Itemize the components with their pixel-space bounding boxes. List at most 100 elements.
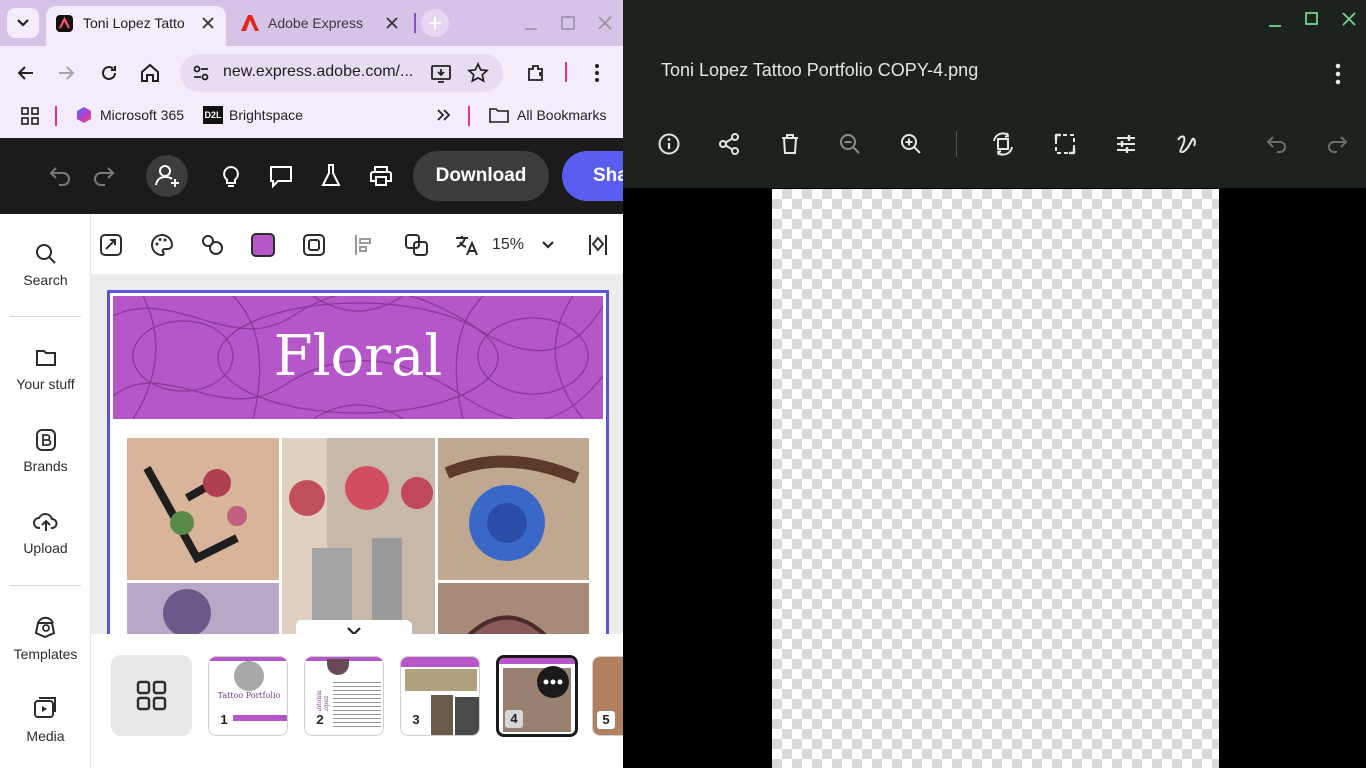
- page-thumbnail-3[interactable]: 3: [400, 656, 480, 736]
- bookmark-microsoft-365[interactable]: Microsoft 365: [75, 106, 184, 124]
- double-chevron-right-icon[interactable]: [435, 107, 451, 123]
- comment-icon[interactable]: [268, 164, 294, 188]
- share-button[interactable]: Sha: [562, 151, 623, 201]
- toolbar-separator: [565, 62, 567, 82]
- reload-icon[interactable]: [98, 62, 120, 84]
- invite-button[interactable]: [146, 155, 188, 197]
- home-icon[interactable]: [139, 62, 161, 84]
- translate-icon[interactable]: [454, 233, 478, 257]
- chrome-window: Toni Lopez Tatto Adobe Express - new.exp…: [0, 0, 623, 768]
- back-arrow-icon[interactable]: [16, 63, 36, 83]
- adobe-favicon-icon: [241, 15, 259, 31]
- page-thumbnail-1[interactable]: Tattoo Portfolio 1: [208, 656, 288, 736]
- toolbar-separator: [956, 131, 957, 157]
- delete-icon[interactable]: [778, 132, 802, 156]
- search-icon: [35, 244, 56, 264]
- bookmark-separator: [55, 106, 57, 126]
- print-icon[interactable]: [369, 164, 395, 188]
- rail-search[interactable]: Search: [0, 242, 91, 288]
- rail-label: Brands: [23, 458, 68, 474]
- beaker-icon[interactable]: [320, 163, 342, 189]
- close-icon[interactable]: [384, 15, 400, 31]
- undo-icon[interactable]: [1265, 132, 1289, 156]
- download-button[interactable]: Download: [413, 151, 549, 201]
- all-bookmarks-folder[interactable]: All Bookmarks: [489, 106, 606, 124]
- zoom-out-icon[interactable]: [838, 132, 862, 156]
- redo-icon[interactable]: [90, 164, 116, 188]
- rail-divider: [10, 585, 81, 586]
- rail-label: Templates: [13, 646, 78, 662]
- zoom-in-icon[interactable]: [899, 132, 923, 156]
- adobe-express-favicon-icon: [56, 15, 73, 32]
- close-window-icon[interactable]: [1340, 10, 1358, 28]
- rail-templates[interactable]: Templates: [0, 614, 91, 662]
- arrange-icon[interactable]: [586, 233, 610, 257]
- resize-icon[interactable]: [99, 233, 123, 257]
- page-thumbnail-4-selected[interactable]: 4: [496, 655, 578, 737]
- rotate-icon[interactable]: [990, 131, 1016, 157]
- layers-icon[interactable]: [404, 233, 430, 257]
- maximize-icon[interactable]: [559, 14, 577, 32]
- adjust-sliders-icon[interactable]: [1114, 132, 1138, 156]
- add-person-icon: [155, 165, 179, 187]
- rail-media[interactable]: Media: [0, 696, 91, 744]
- forward-arrow-icon[interactable]: [56, 63, 76, 83]
- markup-pen-icon[interactable]: [1175, 132, 1199, 156]
- rail-divider: [10, 316, 81, 317]
- close-window-icon[interactable]: [596, 14, 614, 32]
- apps-grid-icon[interactable]: [21, 107, 39, 125]
- redo-icon[interactable]: [1325, 132, 1349, 156]
- maximize-icon[interactable]: [1303, 10, 1321, 28]
- minimize-icon[interactable]: [522, 14, 540, 32]
- d2l-logo-icon: D2L: [203, 106, 223, 124]
- tattoo-photo-collage-image: [127, 438, 589, 634]
- zoom-level[interactable]: 15%: [492, 236, 524, 254]
- tab-separator: [414, 13, 416, 33]
- more-vertical-icon[interactable]: [587, 62, 607, 84]
- fill-color-swatch[interactable]: [251, 233, 275, 257]
- media-icon: [33, 697, 56, 718]
- design-page[interactable]: Floral: [107, 290, 609, 634]
- rail-brands[interactable]: Brands: [0, 428, 91, 474]
- site-info-icon[interactable]: [191, 63, 211, 83]
- viewer-header: [623, 0, 1366, 188]
- lightbulb-icon[interactable]: [219, 164, 243, 190]
- page-number: 5: [597, 711, 615, 729]
- rail-label: Your stuff: [16, 376, 75, 392]
- extensions-icon[interactable]: [525, 62, 547, 84]
- rail-your-stuff[interactable]: Your stuff: [0, 346, 91, 392]
- align-icon[interactable]: [352, 233, 376, 257]
- floral-banner[interactable]: Floral: [113, 296, 603, 419]
- templates-icon: [34, 616, 55, 639]
- plus-icon: [429, 17, 441, 29]
- grid-view-button[interactable]: [111, 655, 192, 736]
- thumbnail-text: Antonia Lopez: [316, 690, 330, 714]
- rail-label: Media: [26, 728, 65, 744]
- star-icon[interactable]: [467, 62, 489, 84]
- page-thumbnail-2[interactable]: Antonia Lopez 2: [304, 656, 384, 736]
- viewer-title: Toni Lopez Tattoo Portfolio COPY-4.png: [661, 60, 979, 80]
- tab-search-button[interactable]: [7, 8, 39, 38]
- color-palette-icon[interactable]: [150, 233, 174, 257]
- chevron-down-icon[interactable]: [540, 237, 556, 253]
- url-text[interactable]: new.express.adobe.com/...: [223, 63, 413, 81]
- page-thumbnail-5[interactable]: 5: [592, 656, 623, 736]
- bookmark-brightspace[interactable]: D2L Brightspace: [203, 106, 303, 124]
- close-icon[interactable]: [200, 15, 216, 31]
- share-icon[interactable]: [717, 132, 741, 156]
- more-options-button[interactable]: [537, 666, 569, 698]
- rail-label: Search: [23, 272, 68, 288]
- rail-upload[interactable]: Upload: [0, 510, 91, 556]
- minimize-icon[interactable]: [1266, 12, 1284, 30]
- animate-icon[interactable]: [200, 233, 226, 257]
- border-icon[interactable]: [302, 233, 326, 257]
- undo-icon[interactable]: [48, 164, 74, 188]
- chevron-down-icon: [17, 19, 29, 27]
- thumbnail-text: Tattoo Portfolio: [217, 691, 281, 700]
- install-app-icon[interactable]: [430, 62, 452, 84]
- info-icon[interactable]: [657, 132, 681, 156]
- new-tab-button[interactable]: [421, 9, 449, 37]
- bookmark-separator: [468, 106, 470, 126]
- more-vertical-icon[interactable]: [1328, 62, 1348, 86]
- crop-icon[interactable]: [1053, 132, 1077, 156]
